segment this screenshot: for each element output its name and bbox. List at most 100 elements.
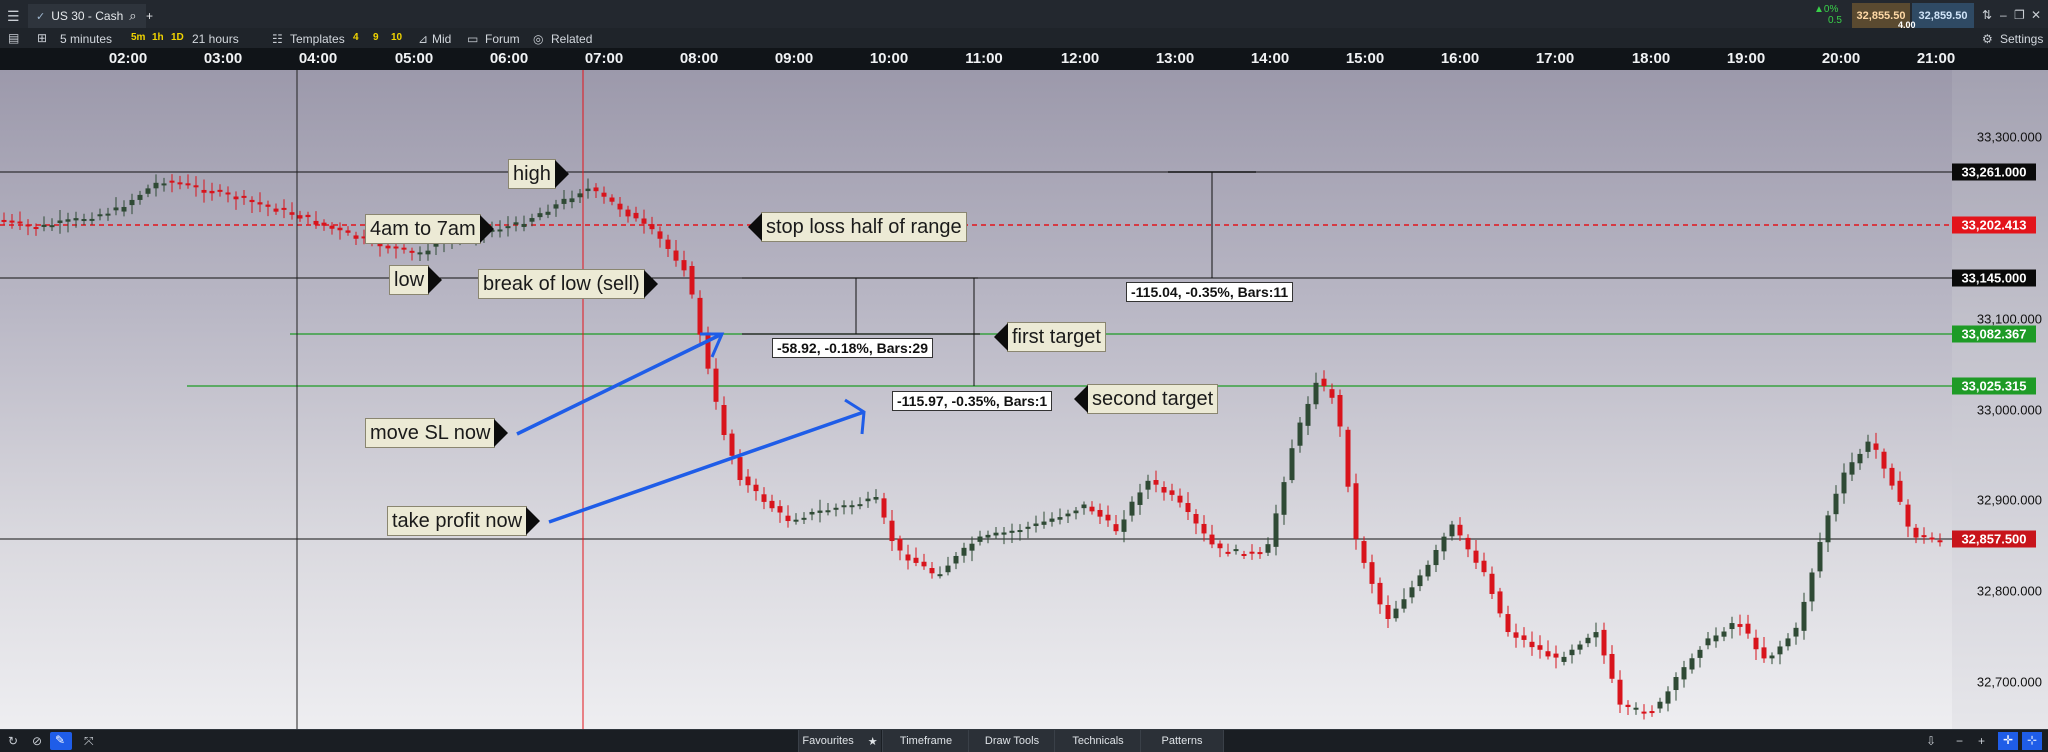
candle-body — [1577, 644, 1583, 650]
favourites-button[interactable]: Favourites ★ — [798, 730, 881, 752]
crosshair-toggle-button[interactable]: ✛ — [1998, 732, 2018, 750]
candle-body — [809, 511, 815, 515]
mid-button[interactable]: Mid — [432, 32, 451, 46]
annotation-take-profit[interactable]: take profit now — [387, 506, 541, 536]
candle-body — [337, 227, 343, 231]
candle-body — [921, 561, 927, 567]
annotation-move-sl[interactable]: move SL now — [365, 418, 509, 448]
candle-body — [1361, 541, 1367, 563]
add-tab-button[interactable]: + — [146, 4, 153, 28]
settings-button[interactable]: Settings — [2000, 32, 2043, 46]
candle-body — [1185, 503, 1191, 513]
candle-body — [1705, 638, 1711, 646]
candle-body — [1545, 651, 1551, 657]
annotation-stop[interactable]: stop loss half of range — [748, 212, 967, 242]
tf-5m-button[interactable]: 5m — [131, 32, 145, 43]
candle-body — [633, 212, 639, 219]
candle-body — [185, 183, 191, 186]
candle-body — [1097, 509, 1103, 517]
candle-body — [1609, 653, 1615, 679]
buy-price-button[interactable]: 32,859.50 — [1912, 3, 1974, 29]
patterns-button[interactable]: Patterns — [1140, 730, 1224, 752]
candle-body — [393, 246, 399, 249]
candle-body — [385, 245, 391, 249]
template-10-button[interactable]: 10 — [391, 32, 402, 43]
candle-body — [89, 218, 95, 221]
block-icon[interactable]: ⊘ — [32, 734, 42, 748]
candle-body — [145, 188, 151, 194]
export-icon[interactable]: ⇩ — [1926, 734, 1936, 748]
candle-body — [649, 224, 655, 230]
candle-body — [1281, 482, 1287, 515]
measurement-1[interactable]: -115.04, -0.35%, Bars:11 — [1126, 282, 1294, 302]
price-tick: 33,300.000 — [1976, 129, 2042, 145]
candle-body — [1009, 530, 1015, 533]
restore-icon[interactable]: ❐ — [2014, 8, 2025, 22]
candle-body — [1105, 514, 1111, 521]
candle-body — [721, 405, 727, 435]
search-icon[interactable]: ⌕ — [129, 8, 136, 24]
gear-icon[interactable]: ⚙ — [1982, 32, 1993, 46]
fit-button[interactable]: ⊹ — [2022, 732, 2042, 750]
price-tag-stop: 33,202.413 — [1952, 216, 2036, 234]
annotation-range[interactable]: 4am to 7am — [365, 214, 494, 244]
candle-body — [177, 182, 183, 185]
candle-body — [689, 266, 695, 295]
time-label: 19:00 — [1726, 50, 1766, 67]
arrange-icon[interactable]: ⇅ — [1982, 8, 1992, 22]
price-tag-second-target: 33,025.315 — [1952, 377, 2036, 395]
interval-dropdown[interactable]: 5 minutes — [60, 32, 112, 46]
tf-1h-button[interactable]: 1h — [152, 32, 164, 43]
price-tick: 33,000.000 — [1976, 402, 2042, 418]
candle-body — [889, 520, 895, 542]
draw-tools-button[interactable]: Draw Tools — [968, 730, 1055, 752]
annotation-break[interactable]: break of low (sell) — [478, 269, 658, 299]
annotation-second-target[interactable]: second target — [1073, 384, 1219, 414]
measurement-3[interactable]: -115.97, -0.35%, Bars:1 — [892, 391, 1053, 411]
span-dropdown[interactable]: 21 hours — [192, 32, 239, 46]
candle-body — [1049, 518, 1055, 522]
candle-body — [1417, 575, 1423, 587]
draw-active-button[interactable]: ✎ — [50, 732, 72, 750]
annotation-high[interactable]: high — [508, 159, 569, 189]
forum-button[interactable]: Forum — [485, 32, 520, 46]
candle-body — [1377, 582, 1383, 605]
zoom-in-icon[interactable]: + — [1978, 734, 1985, 748]
templates-button[interactable]: Templates — [290, 32, 345, 46]
annotation-first-target[interactable]: first target — [994, 322, 1106, 352]
time-label: 02:00 — [108, 50, 148, 67]
close-icon[interactable]: ✕ — [2031, 8, 2041, 22]
chart-area[interactable]: high 4am to 7am low break of low (sell) … — [0, 70, 1952, 729]
template-4-button[interactable]: 4 — [353, 32, 359, 43]
candle-body — [1, 219, 7, 222]
layout-icon[interactable]: ▤ — [8, 31, 19, 45]
tf-1d-button[interactable]: 1D — [171, 32, 184, 43]
annotation-low[interactable]: low — [389, 265, 443, 295]
price-tag-first-target: 33,082.367 — [1952, 325, 2036, 343]
related-button[interactable]: Related — [551, 32, 592, 46]
template-9-button[interactable]: 9 — [373, 32, 379, 43]
crosshair-icon[interactable]: ⤧ — [84, 734, 94, 749]
candle-body — [1121, 519, 1127, 532]
candle-body — [1585, 637, 1591, 644]
candle-body — [1257, 552, 1263, 555]
measurement-2[interactable]: -58.92, -0.18%, Bars:29 — [772, 338, 933, 358]
candle-body — [545, 211, 551, 215]
candle-body — [705, 332, 711, 369]
candle-body — [729, 433, 735, 456]
candle-body — [497, 229, 503, 232]
candle-body — [1201, 523, 1207, 534]
candle-body — [985, 534, 991, 538]
candle-body — [1265, 544, 1271, 553]
technicals-button[interactable]: Technicals — [1054, 730, 1141, 752]
refresh-icon[interactable]: ↻ — [8, 734, 18, 748]
tab-us30[interactable]: ✓ US 30 - Cash ⌕ — [28, 4, 146, 28]
save-icon[interactable]: ⊞ — [37, 31, 47, 45]
candle-body — [1169, 490, 1175, 495]
menu-icon[interactable]: ☰ — [7, 8, 20, 25]
minimize-icon[interactable]: – — [2000, 8, 2007, 22]
timeframe-button[interactable]: Timeframe — [882, 730, 969, 752]
zoom-out-icon[interactable]: − — [1956, 734, 1963, 748]
candle-body — [1433, 550, 1439, 566]
change-val: 0.5 — [1828, 15, 1842, 26]
